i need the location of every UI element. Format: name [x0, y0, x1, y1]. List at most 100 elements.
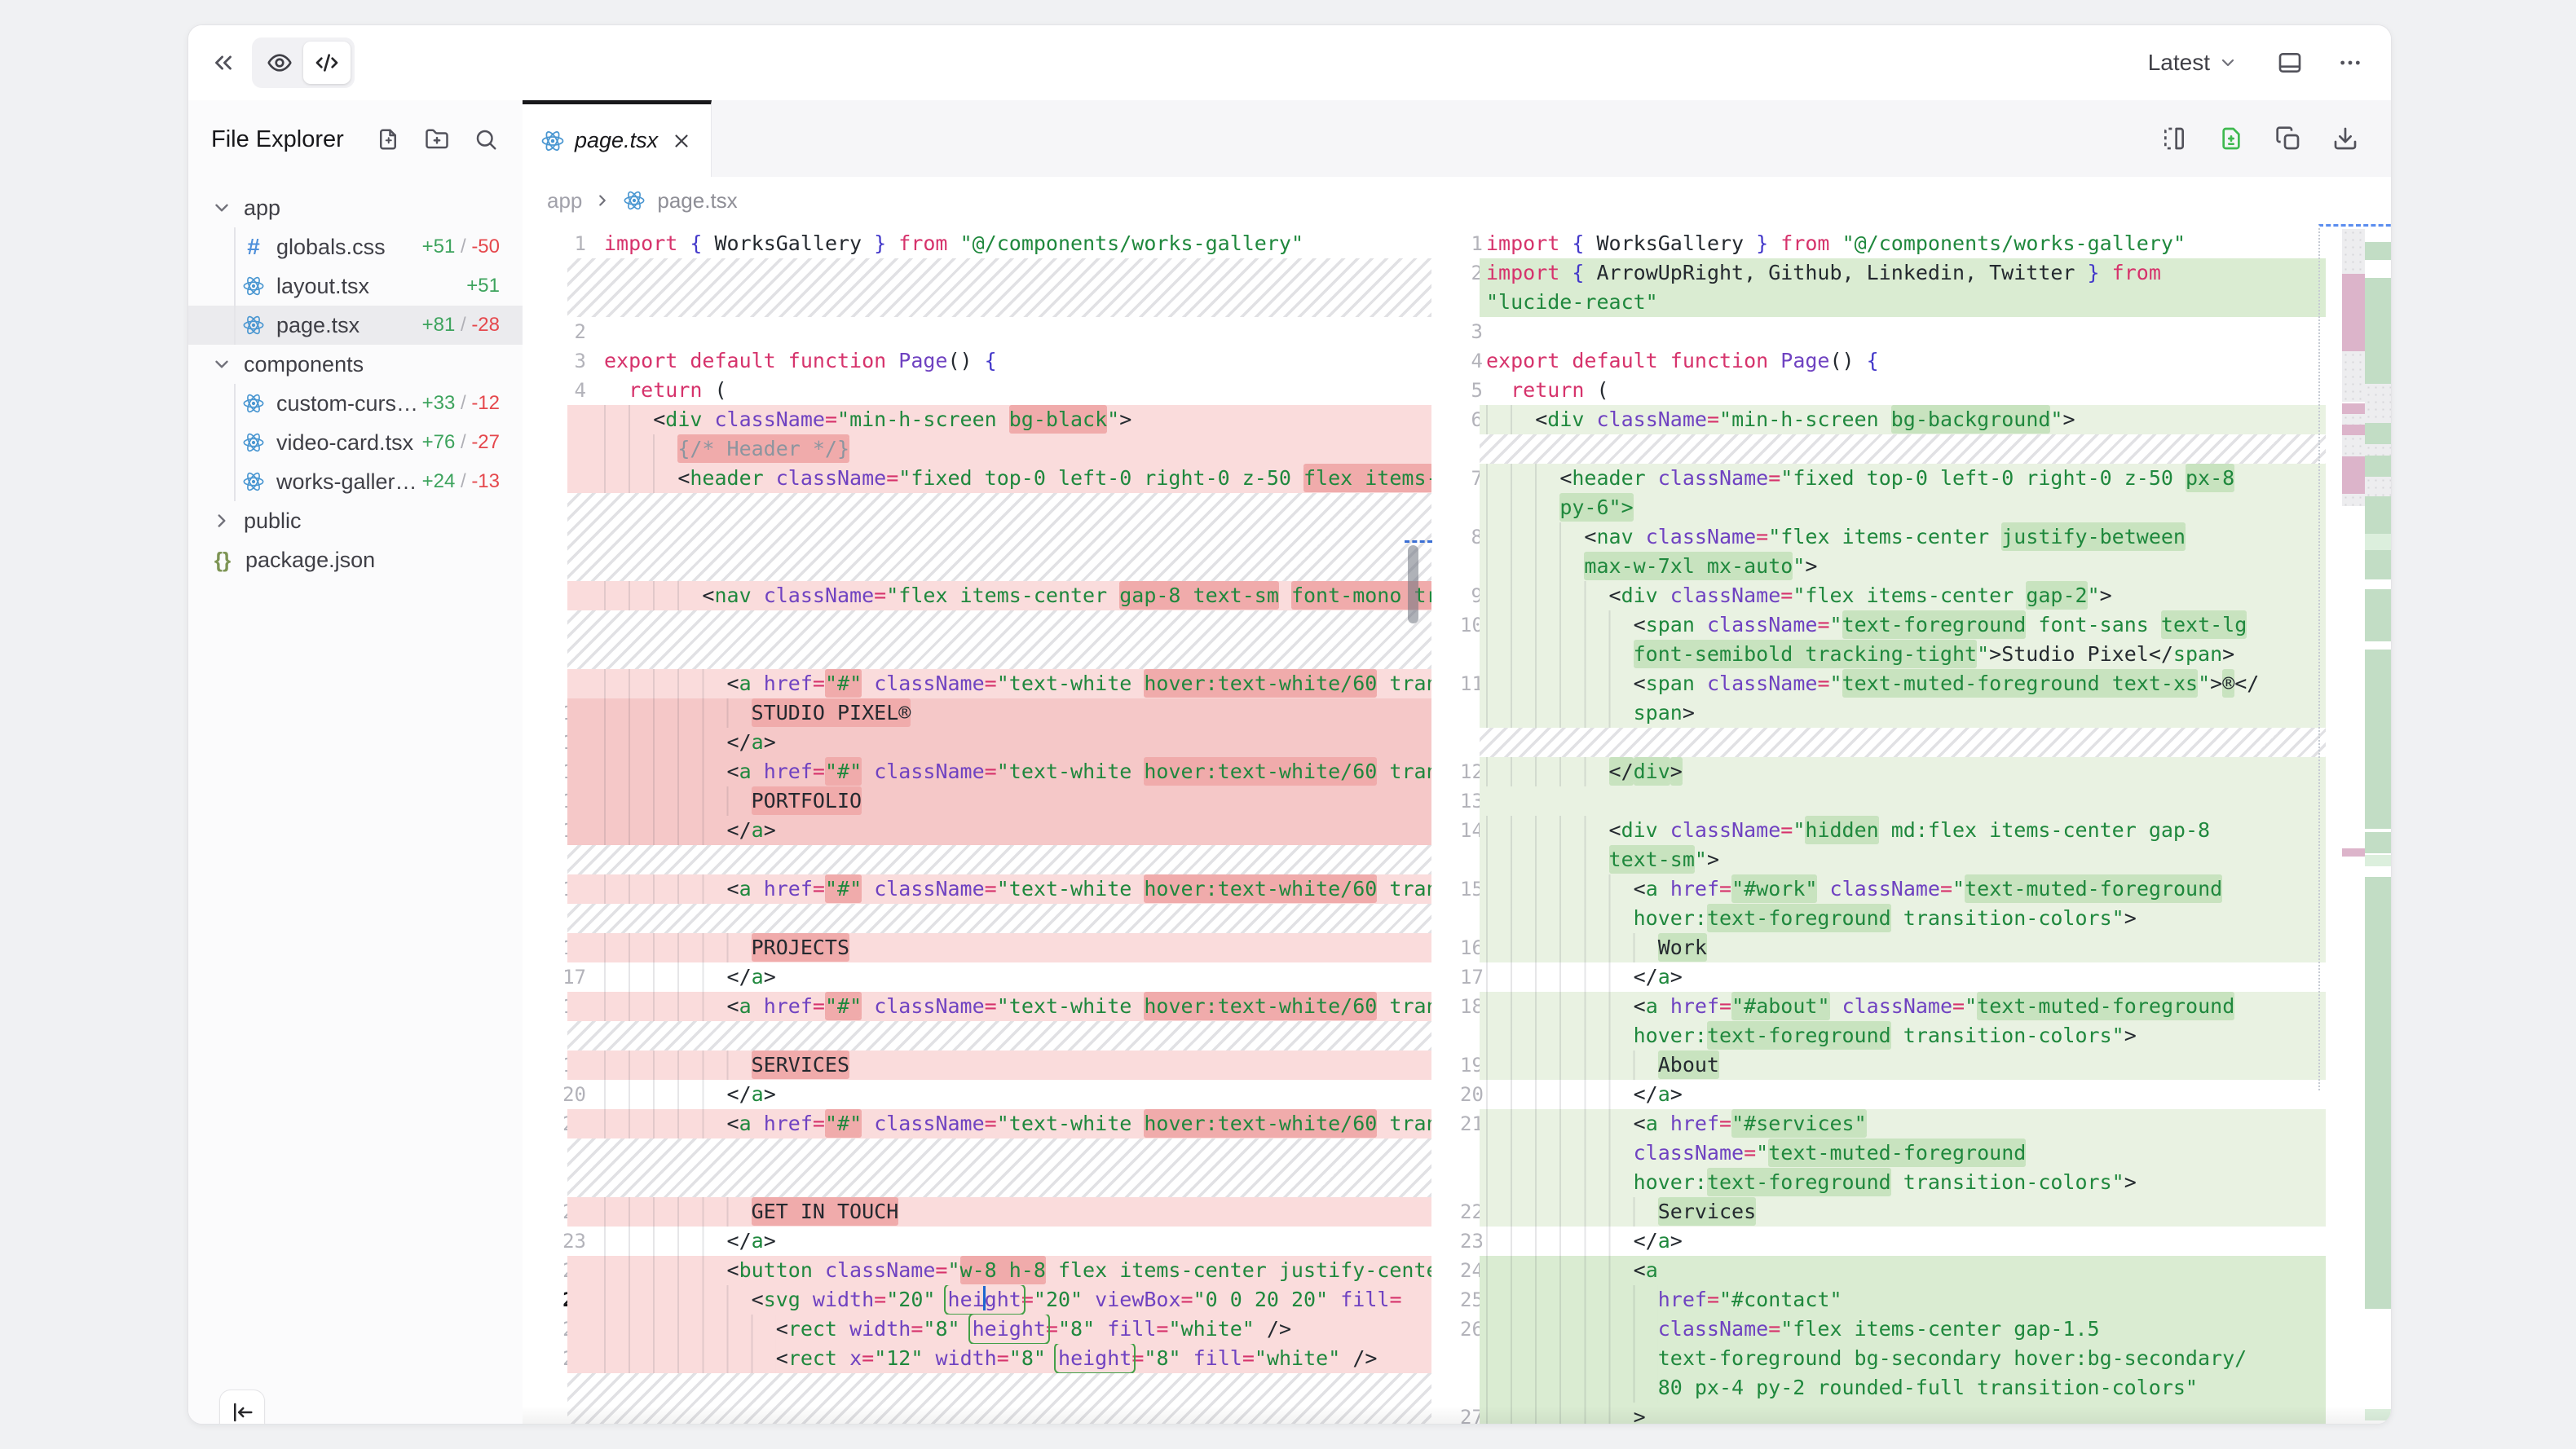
diff-pane-old: 1import { WorksGallery } from "@/compone…	[523, 229, 1431, 1424]
code-line[interactable]: 17 </a>	[1460, 962, 2326, 992]
download-icon	[2332, 126, 2358, 152]
code-line[interactable]: 12 <a href="#" className="text-white hov…	[523, 757, 1431, 786]
code-line[interactable]: 9 <div className="flex items-center gap-…	[1460, 581, 2326, 610]
code-line[interactable]: hover:text-foreground transition-colors"…	[1460, 1168, 2326, 1197]
code-line[interactable]: 24 <button className="w-8 h-8 flex items…	[523, 1256, 1431, 1285]
code-line[interactable]: 20 </a>	[523, 1080, 1431, 1109]
breadcrumb-file[interactable]: page.tsx	[657, 188, 737, 214]
tab-page-tsx[interactable]: page.tsx	[523, 100, 712, 177]
code-line[interactable]: 18 <a href="#about" className="text-mute…	[1460, 992, 2326, 1021]
code-line[interactable]: 5 return (	[1460, 376, 2326, 405]
version-dropdown[interactable]: Latest	[2143, 49, 2243, 77]
code-line[interactable]: 13	[1460, 786, 2326, 816]
sidebar-folder-components[interactable]: components	[188, 345, 523, 384]
code-line[interactable]: 17 </a>	[523, 962, 1431, 992]
code-line[interactable]: 2import { ArrowUpRight, Github, Linkedin…	[1460, 258, 2326, 288]
search-files-button[interactable]	[474, 127, 498, 152]
code-line[interactable]: span>	[1460, 698, 2326, 728]
preview-toggle-button[interactable]	[256, 42, 303, 84]
code-line[interactable]: 16 Work	[1460, 933, 2326, 962]
collapse-sidebar-button[interactable]	[219, 1390, 265, 1425]
code-line[interactable]: 1import { WorksGallery } from "@/compone…	[1460, 229, 2326, 258]
code-line[interactable]: "lucide-react"	[1460, 288, 2326, 317]
more-options-button[interactable]	[2337, 50, 2363, 76]
code-line[interactable]: 9 <a href="#" className="text-white hove…	[523, 669, 1431, 698]
panel-bottom-button[interactable]	[2277, 50, 2303, 76]
file-explorer-header: File Explorer	[211, 120, 498, 159]
sidebar-file-package.json[interactable]: {}package.json	[188, 540, 523, 579]
code-line[interactable]: 23 </a>	[1460, 1227, 2326, 1256]
code-line[interactable]: 15 <a href="#work" className="text-muted…	[1460, 874, 2326, 904]
sidebar-file-globals.css[interactable]: #globals.css+51 / -50	[188, 227, 523, 266]
code-line[interactable]: 10 <span className="text-foreground font…	[1460, 610, 2326, 640]
code-line[interactable]: 7 <header className="fixed top-0 left-0 …	[523, 464, 1431, 493]
code-line[interactable]: 6 {/* Header */}	[523, 434, 1431, 464]
code-line[interactable]: 26 className="flex items-center gap-1.5	[1460, 1315, 2326, 1344]
sidebar-file-works-galler-[interactable]: works-galler…+24 / -13	[188, 462, 523, 501]
code-line[interactable]: 8 <nav className="flex items-center gap-…	[523, 581, 1431, 610]
left-pane-scrollbar-thumb[interactable]	[1408, 545, 1418, 623]
code-line[interactable]: 15 <a href="#" className="text-white hov…	[523, 874, 1431, 904]
file-label: app	[244, 196, 280, 221]
download-button[interactable]	[2332, 126, 2358, 152]
code-line[interactable]: 2	[523, 317, 1431, 346]
code-line[interactable]: 11 </a>	[523, 728, 1431, 757]
code-line[interactable]: 3export default function Page() {	[523, 346, 1431, 376]
code-line[interactable]: hover:text-foreground transition-colors"…	[1460, 1021, 2326, 1050]
code-line[interactable]: 24 <a	[1460, 1256, 2326, 1285]
code-toggle-button[interactable]	[303, 42, 351, 84]
sidebar-folder-app[interactable]: app	[188, 188, 523, 227]
editor-area: page.tsx app page.tsx 1import { WorksGal…	[523, 100, 2391, 1424]
code-line[interactable]: hover:text-foreground transition-colors"…	[1460, 904, 2326, 933]
code-line[interactable]: 21 <a href="#services"	[1460, 1109, 2326, 1138]
code-line[interactable]: 25 <svg width="20" height="20" viewBox="…	[523, 1285, 1431, 1315]
code-line[interactable]: 26 <rect width="8" height="8" fill="whit…	[523, 1315, 1431, 1344]
code-line[interactable]: font-semibold tracking-tight">Studio Pix…	[1460, 640, 2326, 669]
code-line[interactable]: max-w-7xl mx-auto">	[1460, 552, 2326, 581]
code-line[interactable]: 10 STUDIO PIXEL®	[523, 698, 1431, 728]
close-tab-button[interactable]	[671, 130, 692, 152]
code-line[interactable]: 14 </a>	[523, 816, 1431, 845]
code-line[interactable]: 21 <a href="#" className="text-white hov…	[523, 1109, 1431, 1138]
code-line[interactable]: 13 PORTFOLIO	[523, 786, 1431, 816]
collapse-left-button[interactable]	[210, 49, 237, 77]
code-line[interactable]: 4 return (	[523, 376, 1431, 405]
code-line[interactable]: text-sm">	[1460, 845, 2326, 874]
code-line[interactable]: 16 PROJECTS	[523, 933, 1431, 962]
new-file-button[interactable]	[376, 127, 400, 152]
code-line[interactable]: className="text-muted-foreground	[1460, 1138, 2326, 1168]
code-line[interactable]: 12 </div>	[1460, 757, 2326, 786]
sidebar-file-page.tsx[interactable]: page.tsx+81 / -28	[188, 306, 523, 345]
file-diff-button[interactable]	[2218, 126, 2244, 152]
code-line[interactable]: 5 <div className="min-h-screen bg-black"…	[523, 405, 1431, 434]
code-line[interactable]: text-foreground bg-secondary hover:bg-se…	[1460, 1344, 2326, 1373]
code-line[interactable]: 23 </a>	[523, 1227, 1431, 1256]
split-view-button[interactable]	[2161, 126, 2187, 152]
code-line[interactable]: 20 </a>	[1460, 1080, 2326, 1109]
sidebar-file-video-card.tsx[interactable]: video-card.tsx+76 / -27	[188, 423, 523, 462]
sidebar-folder-public[interactable]: public	[188, 501, 523, 540]
code-line[interactable]: 19 SERVICES	[523, 1050, 1431, 1080]
code-line[interactable]: 1import { WorksGallery } from "@/compone…	[523, 229, 1431, 258]
sidebar-file-layout.tsx[interactable]: layout.tsx+51	[188, 266, 523, 306]
new-folder-button[interactable]	[425, 127, 449, 152]
code-line[interactable]: 25 href="#contact"	[1460, 1285, 2326, 1315]
code-line[interactable]: 11 <span className="text-muted-foregroun…	[1460, 669, 2326, 698]
code-line[interactable]: 7 <header className="fixed top-0 left-0 …	[1460, 464, 2326, 493]
code-line[interactable]: 18 <a href="#" className="text-white hov…	[523, 992, 1431, 1021]
code-line[interactable]: 80 px-4 py-2 rounded-full transition-col…	[1460, 1373, 2326, 1403]
code-line[interactable]: 27 <rect x="12" width="8" height="8" fil…	[523, 1344, 1431, 1373]
breadcrumb-folder[interactable]: app	[547, 188, 582, 214]
copy-code-button[interactable]	[2275, 126, 2301, 152]
code-line[interactable]: py-6">	[1460, 493, 2326, 522]
code-line[interactable]: 6 <div className="min-h-screen bg-backgr…	[1460, 405, 2326, 434]
code-line[interactable]: 22 Services	[1460, 1197, 2326, 1227]
code-line[interactable]: 8 <nav className="flex items-center just…	[1460, 522, 2326, 552]
code-line[interactable]: 22 GET IN TOUCH	[523, 1197, 1431, 1227]
code-line[interactable]: 3	[1460, 317, 2326, 346]
code-line[interactable]: 14 <div className="hidden md:flex items-…	[1460, 816, 2326, 845]
file-label: package.json	[245, 548, 375, 573]
code-line[interactable]: 19 About	[1460, 1050, 2326, 1080]
code-line[interactable]: 4export default function Page() {	[1460, 346, 2326, 376]
sidebar-file-custom-curs-[interactable]: custom-curs…+33 / -12	[188, 384, 523, 423]
